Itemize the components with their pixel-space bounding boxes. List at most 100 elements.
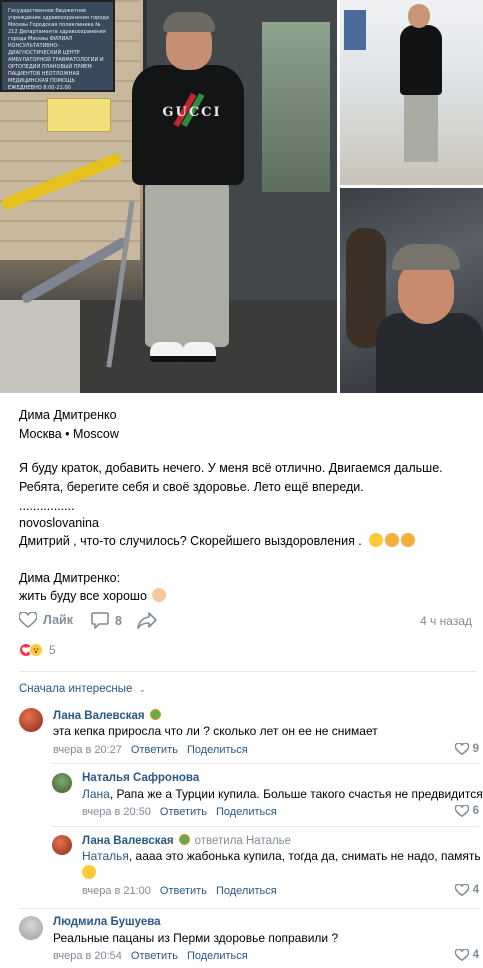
badge-icon <box>178 834 190 845</box>
post-body-line1: Я буду краток, добавить нечего. У меня в… <box>19 461 443 475</box>
heart-icon <box>454 949 469 961</box>
comment-like-count: 4 <box>472 949 479 961</box>
comment-author-name: Лана Валевская <box>82 835 174 847</box>
comment-time[interactable]: вчера в 20:54 <box>53 950 122 962</box>
divider <box>19 671 477 672</box>
comment-button[interactable]: 8 <box>91 612 122 629</box>
comment-meta: вчера в 20:54 Ответить Поделиться <box>53 950 248 962</box>
ramp <box>0 300 80 393</box>
wall-poster <box>344 10 366 50</box>
reactions-summary[interactable]: 5 <box>19 643 56 657</box>
shoe-left <box>150 342 184 362</box>
reply-text: жить буду все хорошо <box>19 589 147 603</box>
comment-text: Реальные пацаны из Перми здоровье поправ… <box>53 931 339 945</box>
reply-link[interactable]: Ответить <box>160 885 207 897</box>
comment-text-row: Наталья, аааа это жабонька купила, тогда… <box>82 848 481 865</box>
comment-meta: вчера в 21:00 Ответить Поделиться <box>82 885 277 897</box>
person-legs <box>404 92 438 162</box>
post-photo-main[interactable]: Государственное бюджетное учреждение здр… <box>0 0 337 393</box>
share-link[interactable]: Поделиться <box>216 806 277 818</box>
rofl-emoji <box>82 865 96 879</box>
reply-text-row: жить буду все хорошо <box>19 587 167 605</box>
avatar[interactable] <box>19 916 43 940</box>
reactions-count: 5 <box>49 643 56 657</box>
comment-like-count: 4 <box>472 884 479 896</box>
divider <box>19 908 479 909</box>
shoe-right <box>182 342 216 362</box>
comment-like-button[interactable]: 4 <box>454 884 479 896</box>
comment-time[interactable]: вчера в 20:27 <box>53 744 122 756</box>
mention-link[interactable]: Наталья <box>82 849 129 863</box>
post-time[interactable]: 4 ч назад <box>420 614 472 628</box>
raised-hands-emoji-2 <box>401 533 416 547</box>
heart-icon <box>19 612 37 628</box>
heart-icon <box>454 743 469 755</box>
person-pants <box>145 182 229 347</box>
heart-eyes-emoji <box>369 533 384 547</box>
comment-icon <box>91 612 109 629</box>
mention-link[interactable]: Лана <box>82 787 110 801</box>
comment-author[interactable]: Людмила Бушуева <box>53 916 161 928</box>
quote-author: novoslovanina <box>19 516 99 530</box>
share-button[interactable] <box>137 612 163 629</box>
photo-collage: Государственное бюджетное учреждение здр… <box>0 0 483 393</box>
sort-label: Сначала интересные <box>19 683 133 695</box>
post-body-line2: Ребята, берегите себя и своё здоровье. Л… <box>19 480 364 494</box>
avatar[interactable] <box>19 708 43 732</box>
comment-like-button[interactable]: 4 <box>454 949 479 961</box>
replied-to[interactable]: ответила Наталье <box>195 835 291 847</box>
raised-hands-emoji <box>385 533 400 547</box>
notice-sign <box>47 98 111 132</box>
share-link[interactable]: Поделиться <box>187 744 248 756</box>
flexed-biceps-emoji <box>152 588 167 602</box>
comment-like-button[interactable]: 9 <box>454 743 479 755</box>
comment-time[interactable]: вчера в 20:50 <box>82 806 151 818</box>
wow-reaction-icon <box>29 643 43 657</box>
reply-link[interactable]: Ответить <box>131 744 178 756</box>
avatar[interactable] <box>52 835 72 855</box>
like-label: Лайк <box>43 613 73 627</box>
comment-author[interactable]: Лана Валевская ответила Наталье <box>82 834 291 847</box>
comment-author[interactable]: Наталья Сафронова <box>82 772 199 784</box>
comment-emoji-row <box>82 865 96 882</box>
person-shirt <box>400 25 442 95</box>
comment-author[interactable]: Лана Валевская <box>53 709 161 722</box>
badge-icon <box>149 709 161 720</box>
divider <box>52 763 479 764</box>
heart-icon <box>454 884 469 896</box>
comment-text-row: Лана, Рапа же а Турции купила. Больше та… <box>82 786 483 803</box>
quote-text: Дмитрий , что-то случилось? Скорейшего в… <box>19 534 362 548</box>
comment-like-count: 6 <box>472 805 479 817</box>
comment-text: , Рапа же а Турции купила. Больше такого… <box>109 787 483 801</box>
comment-author-name: Лана Валевская <box>53 710 145 722</box>
share-link[interactable]: Поделиться <box>187 950 248 962</box>
share-link[interactable]: Поделиться <box>216 885 277 897</box>
person-body <box>376 313 483 393</box>
comment-meta: вчера в 20:50 Ответить Поделиться <box>82 806 277 818</box>
comments-sort[interactable]: Сначала интересные ⌄ <box>19 683 146 695</box>
comment-time[interactable]: вчера в 21:00 <box>82 885 151 897</box>
post-photo-hallway[interactable] <box>340 0 483 185</box>
divider <box>52 826 479 827</box>
post-author: Дима Дмитренко <box>19 408 117 422</box>
comment-text: эта кепка приросла что ли ? сколько лет … <box>53 724 378 738</box>
comments-count: 8 <box>115 613 122 628</box>
post-photo-car[interactable] <box>340 188 483 393</box>
comment-text: , аааа это жабонька купила, тогда да, сн… <box>128 849 481 863</box>
avatar[interactable] <box>52 773 72 793</box>
post-dots: ................ <box>19 499 75 513</box>
comment-like-button[interactable]: 6 <box>454 805 479 817</box>
reply-link[interactable]: Ответить <box>160 806 207 818</box>
clinic-sign: Государственное бюджетное учреждение здр… <box>0 0 115 92</box>
person-shirt <box>132 65 244 185</box>
reply-link[interactable]: Ответить <box>131 950 178 962</box>
chevron-down-icon: ⌄ <box>138 684 147 694</box>
person-head <box>408 4 430 28</box>
heart-icon <box>454 805 469 817</box>
clinic-sign-text: Государственное бюджетное учреждение здр… <box>8 8 109 91</box>
reply-author: Дима Дмитренко: <box>19 571 121 585</box>
like-button[interactable]: Лайк <box>19 612 73 628</box>
post-actions: Лайк 8 4 ч назад <box>19 612 479 634</box>
quote-text-row: Дмитрий , что-то случилось? Скорейшего в… <box>19 532 416 550</box>
comment: Лана Валевская эта кепка приросла что ли… <box>19 708 479 764</box>
